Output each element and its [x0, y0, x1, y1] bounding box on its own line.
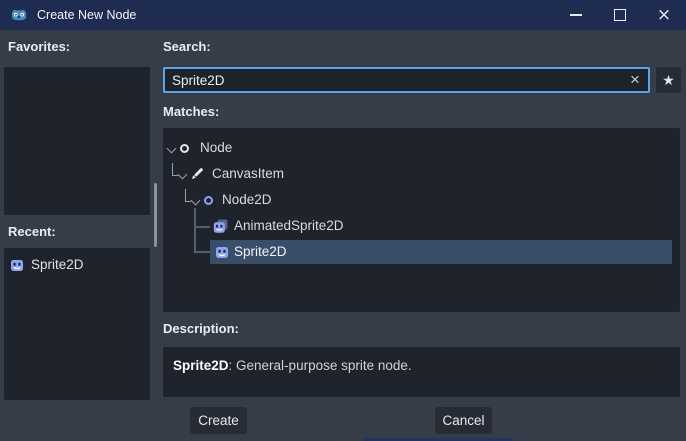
chevron-down-icon[interactable]: [166, 143, 177, 154]
tree-item-label: Sprite2D: [234, 244, 287, 259]
favorites-label: Favorites:: [8, 39, 71, 54]
chevron-down-icon[interactable]: [177, 169, 188, 180]
sprite2d-icon: [11, 259, 23, 271]
recent-list[interactable]: Sprite2D: [4, 248, 150, 400]
window-controls: ×: [554, 0, 686, 30]
recent-item-label: Sprite2D: [31, 257, 84, 272]
tree-row-canvasitem[interactable]: CanvasItem: [163, 162, 680, 187]
animatedsprite2d-icon: [213, 219, 228, 234]
tree-item-label: AnimatedSprite2D: [234, 218, 344, 233]
recent-label: Recent:: [8, 224, 56, 239]
panel-splitter-handle[interactable]: [154, 183, 157, 247]
tree-row-animatedsprite2d[interactable]: AnimatedSprite2D: [163, 214, 680, 239]
tree-item-label: Node: [200, 140, 233, 155]
star-icon: ★: [662, 71, 675, 88]
description-body: : General-purpose sprite node.: [228, 358, 412, 373]
recent-item-sprite2d[interactable]: Sprite2D: [10, 257, 84, 272]
clear-search-icon[interactable]: ×: [622, 69, 648, 91]
tree-row-sprite2d-selected[interactable]: Sprite2D: [163, 240, 680, 265]
search-label: Search:: [163, 39, 211, 54]
search-input[interactable]: [165, 72, 622, 88]
godot-logo-icon: [10, 6, 28, 24]
node-icon: [180, 144, 189, 153]
matches-tree[interactable]: Node CanvasItem Node2D AnimatedSprite2D …: [163, 128, 680, 312]
cancel-button[interactable]: Cancel: [435, 407, 492, 434]
create-button[interactable]: Create: [190, 407, 247, 434]
search-box: ×: [163, 67, 650, 93]
description-text: Sprite2D: General-purpose sprite node.: [173, 358, 412, 373]
tree-row-node2d[interactable]: Node2D: [163, 188, 680, 213]
favorite-toggle-button[interactable]: ★: [656, 67, 681, 93]
favorites-list[interactable]: [4, 67, 150, 215]
canvasitem-icon: [190, 167, 204, 181]
close-button[interactable]: ×: [642, 0, 686, 30]
description-panel: Sprite2D: General-purpose sprite node.: [163, 347, 680, 397]
titlebar[interactable]: Create New Node ×: [0, 0, 686, 30]
minimize-button[interactable]: [554, 0, 598, 30]
window-title: Create New Node: [37, 8, 137, 22]
minimize-icon: [570, 14, 582, 16]
close-icon: ×: [656, 4, 672, 25]
tree-item-label: CanvasItem: [212, 166, 285, 181]
maximize-button[interactable]: [598, 0, 642, 30]
tree-row-node[interactable]: Node: [163, 136, 680, 161]
maximize-icon: [614, 9, 626, 21]
tree-item-label: Node2D: [222, 192, 272, 207]
description-term: Sprite2D: [173, 358, 229, 373]
sprite2d-icon: [215, 245, 229, 259]
dialog-body: Favorites: Recent: Sprite2D Search: × ★ …: [0, 30, 686, 441]
node2d-icon: [204, 196, 213, 205]
matches-label: Matches:: [163, 104, 220, 119]
description-label: Description:: [163, 321, 239, 336]
chevron-down-icon[interactable]: [190, 195, 201, 206]
